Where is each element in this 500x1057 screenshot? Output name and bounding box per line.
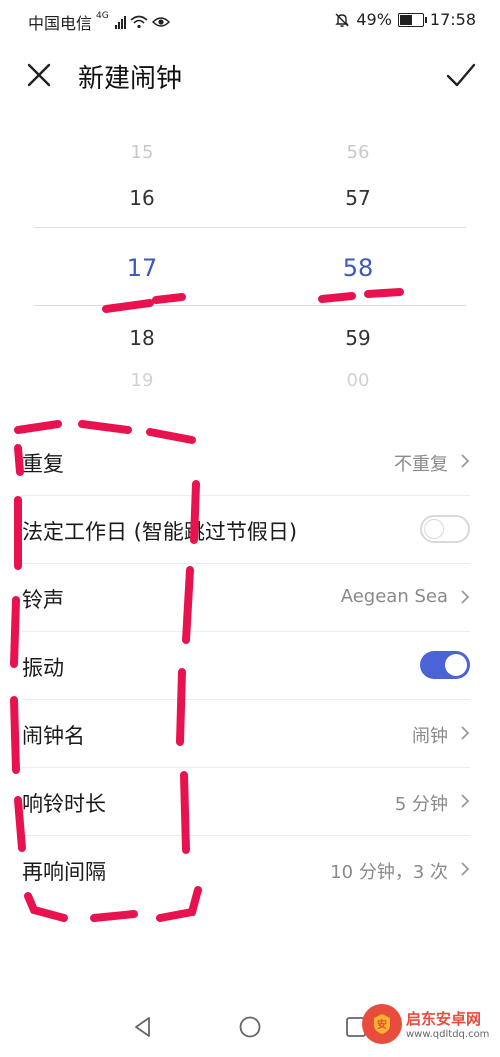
hour-option[interactable]: 15 <box>82 142 202 163</box>
chevron-right-icon <box>461 862 470 876</box>
toggle-knob <box>424 519 444 539</box>
status-left: 中国电信 4G <box>28 10 170 34</box>
workday-toggle[interactable] <box>420 515 470 543</box>
signal-icon <box>114 15 126 29</box>
dashed-box-mark <box>90 910 138 922</box>
setting-label: 铃声 <box>22 588 64 612</box>
page-title: 新建闹钟 <box>78 64 183 94</box>
setting-snooze-interval[interactable]: 再响间隔 10 分钟，3 次 <box>22 836 470 903</box>
status-bar: 中国电信 4G 49% 17:58 <box>0 0 500 42</box>
battery-percent: 49% <box>356 10 392 29</box>
watermark-url: www.qdltdq.com <box>406 1029 490 1040</box>
setting-alarm-name[interactable]: 闹钟名 闹钟 <box>22 700 470 768</box>
circle-home-icon[interactable] <box>237 1014 263 1040</box>
minute-option[interactable]: 00 <box>298 370 418 391</box>
setting-label: 再响间隔 <box>22 860 106 884</box>
setting-value: 不重复 <box>394 454 448 475</box>
setting-label: 闹钟名 <box>22 724 85 748</box>
setting-value: 5 分钟 <box>394 794 448 815</box>
vibration-toggle[interactable] <box>420 651 470 679</box>
setting-ringtone[interactable]: 铃声 Aegean Sea <box>22 564 470 632</box>
carrier-name: 中国电信 <box>28 14 93 33</box>
minute-option[interactable]: 59 <box>298 326 418 350</box>
setting-repeat[interactable]: 重复 不重复 <box>22 428 470 496</box>
selected-hour[interactable]: 17 <box>82 254 202 282</box>
hour-option[interactable]: 16 <box>82 186 202 210</box>
setting-label: 响铃时长 <box>22 792 106 816</box>
chevron-right-icon <box>461 590 470 604</box>
minute-option[interactable]: 56 <box>298 142 418 163</box>
alarm-settings-list: 重复 不重复 法定工作日 (智能跳过节假日) 铃声 Aegean Sea 振动 … <box>0 428 500 903</box>
chevron-right-icon <box>461 726 470 740</box>
time-picker[interactable]: 15 16 17 18 19 56 57 58 59 00 <box>0 130 500 400</box>
setting-value: 闹钟 <box>412 726 448 747</box>
network-type: 4G <box>96 11 109 21</box>
setting-workday[interactable]: 法定工作日 (智能跳过节假日) <box>22 496 470 564</box>
watermark-logo: 安 <box>362 1004 402 1044</box>
triangle-back-icon[interactable] <box>130 1014 156 1040</box>
battery-icon <box>397 12 427 27</box>
hour-option[interactable]: 18 <box>82 326 202 350</box>
setting-value: 10 分钟，3 次 <box>330 862 448 883</box>
setting-value: Aegean Sea <box>340 586 448 607</box>
chevron-right-icon <box>461 794 470 808</box>
wifi-icon <box>130 15 148 29</box>
watermark: 安 启东安卓网 www.qdltdq.com <box>362 999 492 1049</box>
setting-vibration[interactable]: 振动 <box>22 632 470 700</box>
status-right: 49% 17:58 <box>334 10 476 29</box>
toggle-knob <box>445 654 467 676</box>
hour-option[interactable]: 19 <box>82 370 202 391</box>
svg-text:安: 安 <box>377 1018 387 1031</box>
minute-option[interactable]: 57 <box>298 186 418 210</box>
setting-label: 法定工作日 (智能跳过节假日) <box>22 520 298 544</box>
close-icon[interactable] <box>24 60 54 90</box>
minute-wheel[interactable]: 56 57 58 59 00 <box>298 130 418 400</box>
shield-icon: 安 <box>374 1014 390 1034</box>
check-icon[interactable] <box>444 60 478 90</box>
bell-muted-icon <box>335 13 350 27</box>
setting-label: 振动 <box>22 656 64 680</box>
watermark-text: 启东安卓网 www.qdltdq.com <box>406 1008 489 1040</box>
setting-ring-duration[interactable]: 响铃时长 5 分钟 <box>22 768 470 836</box>
watermark-name: 启东安卓网 <box>406 1010 482 1028</box>
chevron-right-icon <box>461 454 470 468</box>
clock-time: 17:58 <box>429 10 476 29</box>
hour-wheel[interactable]: 15 16 17 18 19 <box>82 130 202 400</box>
app-header: 新建闹钟 <box>0 46 500 110</box>
selected-minute[interactable]: 58 <box>298 254 418 282</box>
setting-label: 重复 <box>22 452 64 476</box>
eye-icon <box>151 17 170 27</box>
